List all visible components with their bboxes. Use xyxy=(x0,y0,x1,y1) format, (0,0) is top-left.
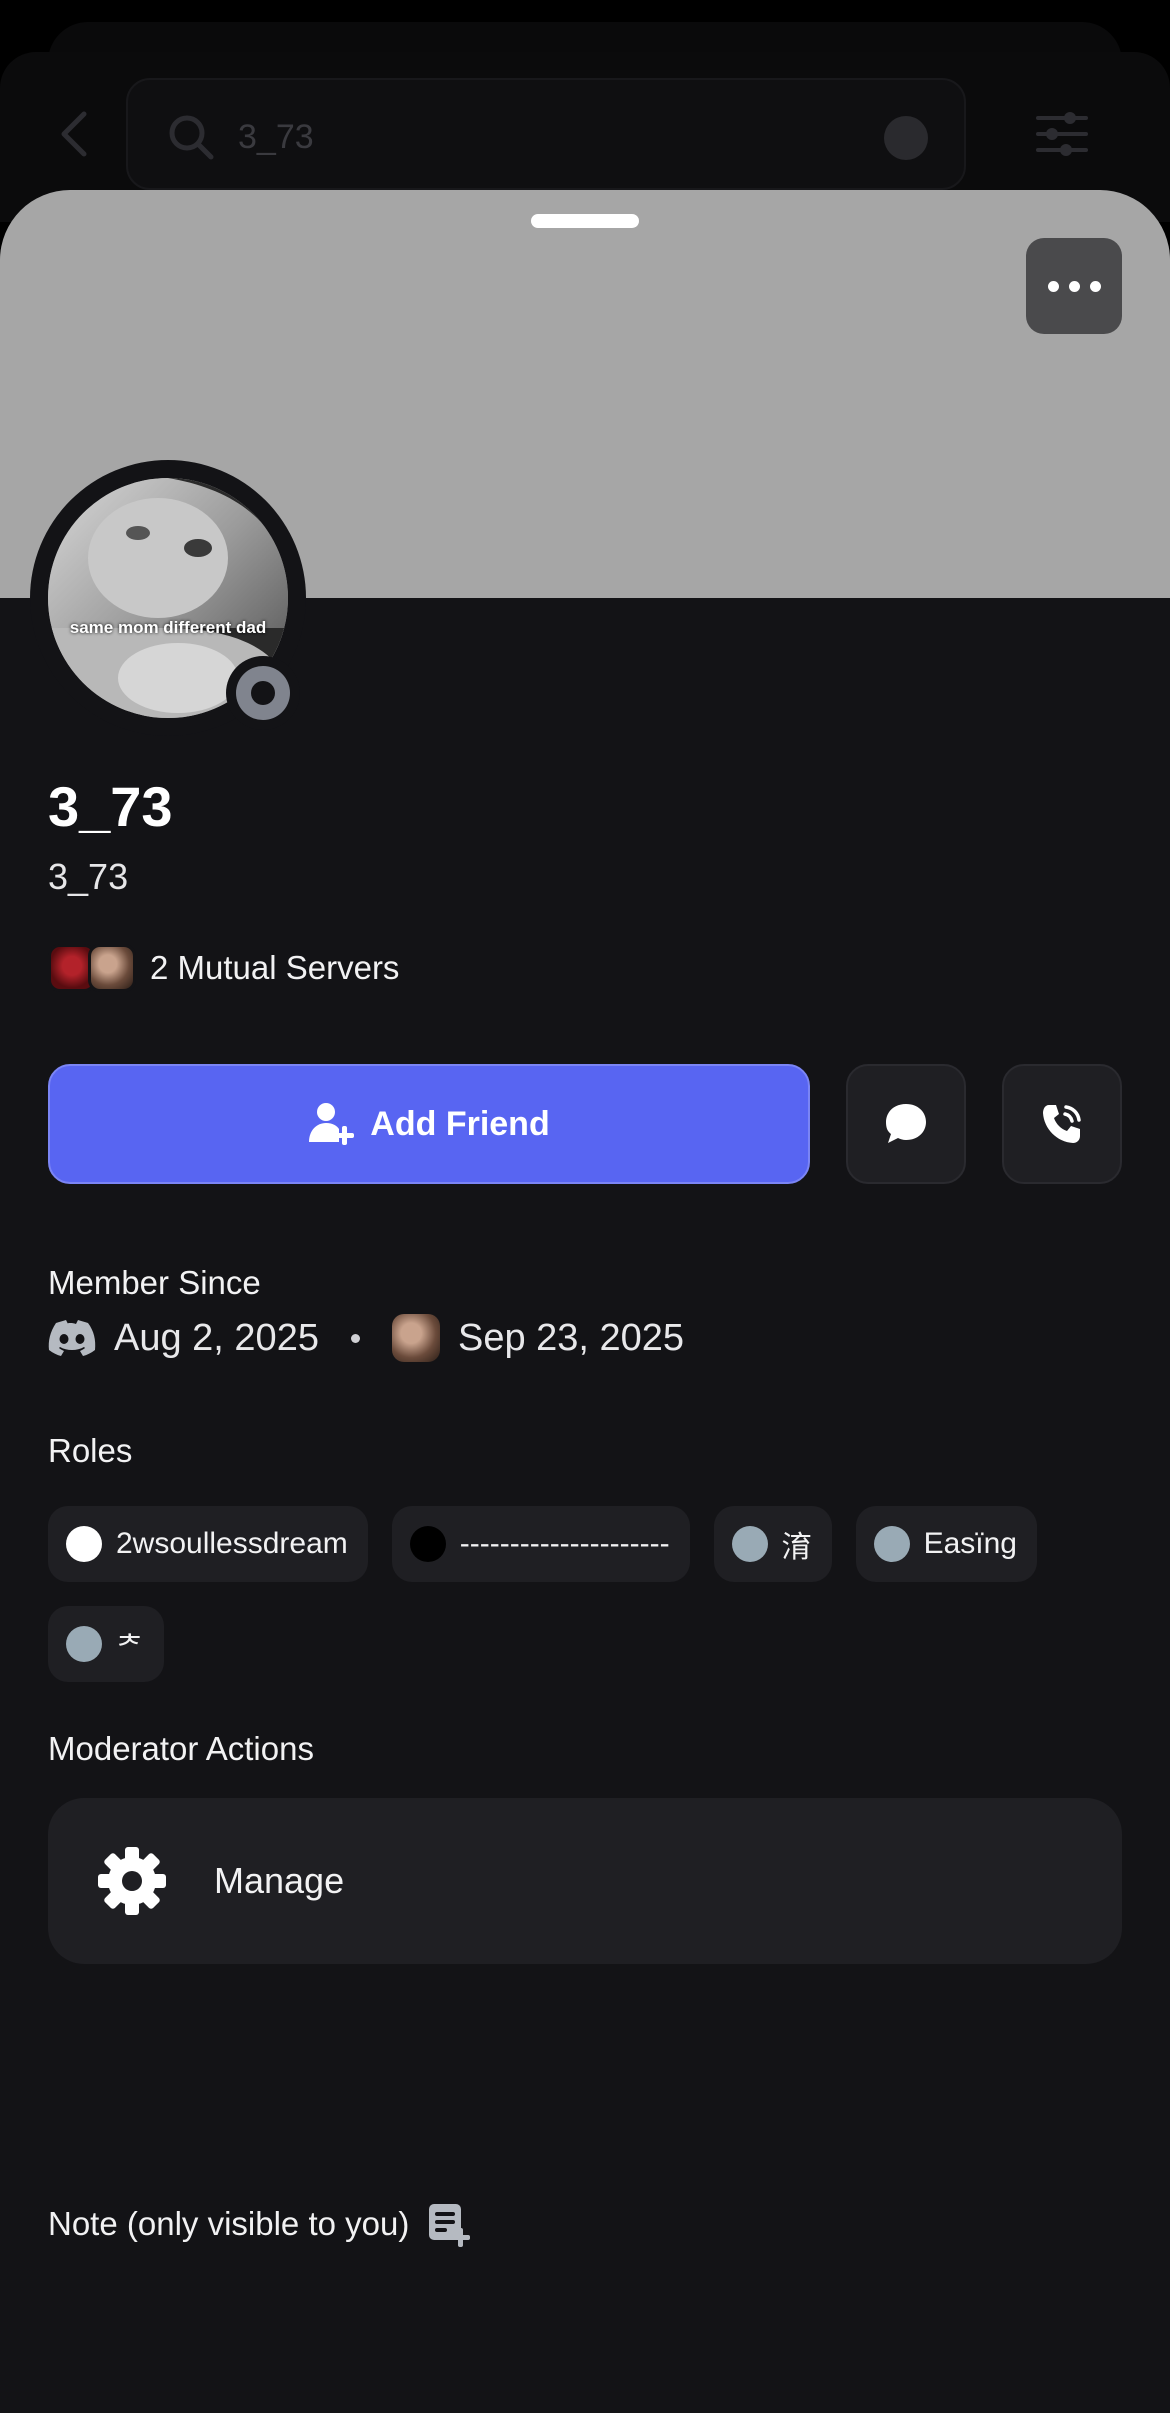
search-icon xyxy=(169,115,214,160)
avatar-caption: same mom different dad xyxy=(69,618,267,637)
phone-call-icon xyxy=(1043,1105,1081,1143)
ellipsis-icon xyxy=(1047,280,1059,292)
roles-title: Roles xyxy=(48,1432,133,1469)
profile-sheet: same mom different dad 3_73 3_73 2 Mutua… xyxy=(0,190,1170,2413)
note-section[interactable]: Note (only visible to you) xyxy=(48,2200,473,2248)
role-color-dot xyxy=(409,1526,446,1562)
member-since-title: Member Since xyxy=(48,1264,261,1301)
message-button[interactable] xyxy=(846,1064,966,1184)
server-icon xyxy=(391,1314,440,1362)
role-name: 2wsoullessdream xyxy=(116,1527,348,1560)
role-chip[interactable]: ᅔ xyxy=(48,1606,164,1682)
clear-search-icon[interactable] xyxy=(884,116,928,160)
discord-logo-icon xyxy=(48,1320,96,1356)
manage-button[interactable]: Manage xyxy=(48,1798,1122,1964)
offline-status-icon xyxy=(236,666,290,720)
role-name: ᅔ xyxy=(116,1631,144,1664)
role-chip[interactable]: --------------------- xyxy=(391,1506,690,1582)
role-color-dot xyxy=(731,1526,768,1562)
role-color-dot xyxy=(66,1526,102,1562)
display-name: 3_73 xyxy=(48,775,173,838)
role-name: Easïng xyxy=(923,1527,1017,1560)
add-friend-label: Add Friend xyxy=(370,1104,550,1143)
search-input[interactable]: 3_73 xyxy=(126,78,966,190)
screen: 3_73 same mom different dad 3_73 3_73 2 … xyxy=(0,0,1170,2413)
add-user-icon xyxy=(309,1103,355,1145)
back-arrow-icon[interactable] xyxy=(54,110,94,158)
filter-icon[interactable] xyxy=(1036,110,1088,158)
mutual-servers-label: 2 Mutual Servers xyxy=(150,949,400,986)
call-button[interactable] xyxy=(1002,1064,1122,1184)
discord-join-date: Aug 2, 2025 xyxy=(114,1316,319,1359)
mutual-server-icon xyxy=(88,944,136,992)
sheet-drag-handle[interactable] xyxy=(531,214,639,228)
role-color-dot xyxy=(66,1626,102,1662)
role-color-dot xyxy=(873,1526,910,1562)
server-join-date: Sep 23, 2025 xyxy=(457,1316,685,1359)
role-chip[interactable]: Easïng xyxy=(855,1506,1037,1582)
search-query: 3_73 xyxy=(238,118,314,156)
role-name: 淯 xyxy=(781,1531,812,1564)
note-label: Note (only visible to you) xyxy=(48,2205,410,2242)
more-options-button[interactable] xyxy=(1026,238,1122,334)
member-since-row: Aug 2, 2025 Sep 23, 2025 xyxy=(48,1308,684,1368)
moderator-actions-title: Moderator Actions xyxy=(48,1730,314,1767)
role-chip[interactable]: 淯 xyxy=(713,1506,832,1582)
gear-icon xyxy=(98,1847,166,1915)
chat-bubble-icon xyxy=(886,1104,926,1143)
role-name: --------------------- xyxy=(459,1527,670,1560)
manage-label: Manage xyxy=(214,1860,345,1901)
roles-list: 2wsoullessdream --------------------- 淯 … xyxy=(48,1506,1128,1682)
mutual-servers[interactable]: 2 Mutual Servers xyxy=(48,942,399,994)
username: 3_73 xyxy=(48,856,129,897)
separator-dot xyxy=(350,1333,360,1343)
add-friend-button[interactable]: Add Friend xyxy=(48,1064,810,1184)
role-chip[interactable]: 2wsoullessdream xyxy=(48,1506,368,1582)
add-note-icon[interactable] xyxy=(425,2200,473,2248)
